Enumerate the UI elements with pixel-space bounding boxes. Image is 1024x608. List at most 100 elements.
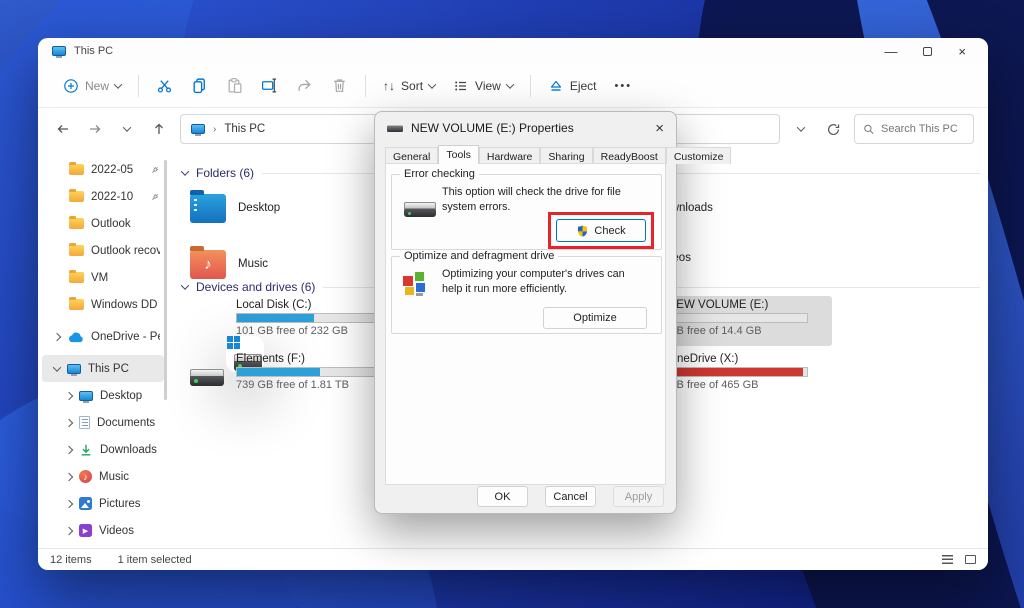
paste-button[interactable]	[217, 70, 252, 101]
view-label: View	[475, 78, 501, 93]
tab-tools[interactable]: Tools	[438, 145, 479, 164]
sidebar-item-desktop[interactable]: Desktop	[42, 382, 164, 409]
copy-button[interactable]	[182, 70, 217, 101]
chevron-right-icon	[64, 418, 74, 427]
selection-count: 1 item selected	[117, 553, 192, 566]
folder-icon	[69, 161, 84, 175]
view-button[interactable]: View	[444, 71, 522, 101]
large-icons-view-icon[interactable]	[965, 555, 976, 564]
desktop-folder-icon	[190, 189, 226, 223]
sidebar-item-2022-10[interactable]: 2022-10	[42, 183, 164, 210]
sidebar-item-pictures[interactable]: Pictures	[42, 490, 164, 517]
folder-tile-desktop[interactable]: Desktop	[190, 184, 280, 232]
new-button[interactable]: New	[54, 71, 130, 101]
tab-hardware[interactable]: Hardware	[478, 147, 541, 164]
sort-arrows-icon: ↑↓	[383, 78, 396, 93]
trash-icon	[334, 79, 345, 92]
chevron-down-icon	[796, 123, 806, 132]
chevron-down-icon	[113, 79, 123, 89]
music-folder-icon: ♪	[190, 245, 226, 279]
sidebar-item-onedrive[interactable]: OneDrive - Perso	[42, 323, 164, 350]
scissors-icon	[157, 80, 172, 93]
chevron-down-icon	[180, 167, 190, 176]
folder-icon	[69, 188, 84, 202]
toolbar-divider	[138, 74, 140, 97]
share-icon	[298, 79, 311, 91]
sidebar-item-windows-dd[interactable]: Windows DD	[42, 291, 164, 318]
sidebar-item-outlook[interactable]: Outlook	[42, 210, 164, 237]
capacity-bar	[668, 313, 808, 323]
chevron-down-icon	[505, 79, 515, 89]
sidebar-item-downloads[interactable]: Downloads	[42, 436, 164, 463]
ellipsis-icon: •••	[614, 79, 633, 92]
breadcrumb[interactable]: This PC	[224, 123, 265, 135]
more-options-button[interactable]: •••	[606, 73, 642, 99]
close-button[interactable]: ×	[958, 45, 966, 58]
sidebar-scrollbar[interactable]	[164, 160, 167, 400]
dialog-close-button[interactable]: ×	[655, 121, 664, 136]
documents-icon	[79, 416, 90, 429]
desktop-wallpaper: This PC — × New ↑↓ Sort View Eject ••• ›…	[0, 0, 1024, 608]
clipboard-icon	[228, 78, 242, 94]
address-dropdown-button[interactable]	[790, 116, 812, 142]
chevron-down-icon	[122, 123, 132, 132]
details-view-icon[interactable]	[942, 555, 953, 564]
window-title: This PC	[74, 45, 114, 57]
sidebar-item-music[interactable]: ♪ Music	[42, 463, 164, 490]
recent-locations-button[interactable]	[116, 116, 138, 142]
minimize-button[interactable]: —	[884, 45, 897, 58]
share-button[interactable]	[287, 70, 322, 101]
capacity-bar	[668, 367, 808, 377]
desktop-icon	[79, 390, 93, 403]
ok-button[interactable]: OK	[477, 486, 528, 507]
chevron-right-icon	[64, 499, 74, 508]
sidebar-item-this-pc[interactable]: This PC	[42, 355, 164, 382]
chevron-right-icon	[64, 472, 74, 481]
drive-icon	[188, 352, 226, 388]
sidebar-item-outlook-recovery[interactable]: Outlook recove	[42, 237, 164, 264]
refresh-button[interactable]	[822, 116, 844, 142]
eject-button[interactable]: Eject	[539, 71, 606, 101]
title-bar[interactable]: This PC — ×	[38, 38, 988, 64]
sidebar-item-vm[interactable]: VM	[42, 264, 164, 291]
onedrive-cloud-icon	[68, 332, 83, 342]
dialog-title: NEW VOLUME (E:) Properties	[411, 121, 574, 135]
chevron-down-icon	[180, 281, 190, 290]
drive-tile-f[interactable]: Elements (F:) 739 GB free of 1.81 TB	[186, 350, 402, 400]
search-input[interactable]	[881, 123, 965, 135]
check-button[interactable]: Check	[556, 219, 646, 242]
dialog-title-bar[interactable]: NEW VOLUME (E:) Properties ×	[375, 112, 676, 142]
tab-sharing[interactable]: Sharing	[540, 147, 593, 164]
this-pc-icon	[52, 46, 66, 58]
folder-icon	[69, 215, 84, 229]
drive-tile-c[interactable]: Local Disk (C:) 101 GB free of 232 GB	[186, 296, 402, 372]
eject-icon	[550, 80, 561, 91]
maximize-button[interactable]	[923, 46, 933, 56]
rename-button[interactable]	[252, 70, 287, 101]
up-button[interactable]	[148, 116, 170, 142]
optimize-button[interactable]: Optimize	[543, 307, 647, 329]
sidebar-item-2022-05[interactable]: 2022-05	[42, 156, 164, 183]
back-button[interactable]	[52, 116, 74, 142]
tab-readyboost[interactable]: ReadyBoost	[592, 147, 666, 164]
sidebar-item-videos[interactable]: ▶ Videos	[42, 517, 164, 544]
chevron-down-icon	[52, 362, 62, 372]
drive-icon	[404, 197, 436, 217]
videos-icon: ▶	[79, 524, 92, 537]
sidebar-item-documents[interactable]: Documents	[42, 409, 164, 436]
cut-button[interactable]	[147, 70, 182, 101]
cancel-button[interactable]: Cancel	[545, 486, 596, 507]
search-box[interactable]	[854, 114, 974, 144]
tab-general[interactable]: General	[385, 147, 439, 164]
eject-label: Eject	[569, 78, 597, 93]
delete-button[interactable]	[322, 70, 357, 101]
copy-icon	[193, 78, 205, 94]
capacity-bar	[236, 367, 376, 377]
chevron-down-icon	[427, 79, 437, 89]
apply-button[interactable]: Apply	[613, 486, 664, 507]
folder-icon	[69, 242, 84, 256]
tab-customize[interactable]: Customize	[665, 147, 732, 164]
sort-label: Sort	[401, 78, 424, 93]
sort-button[interactable]: ↑↓ Sort	[374, 72, 444, 100]
forward-button[interactable]	[84, 116, 106, 142]
